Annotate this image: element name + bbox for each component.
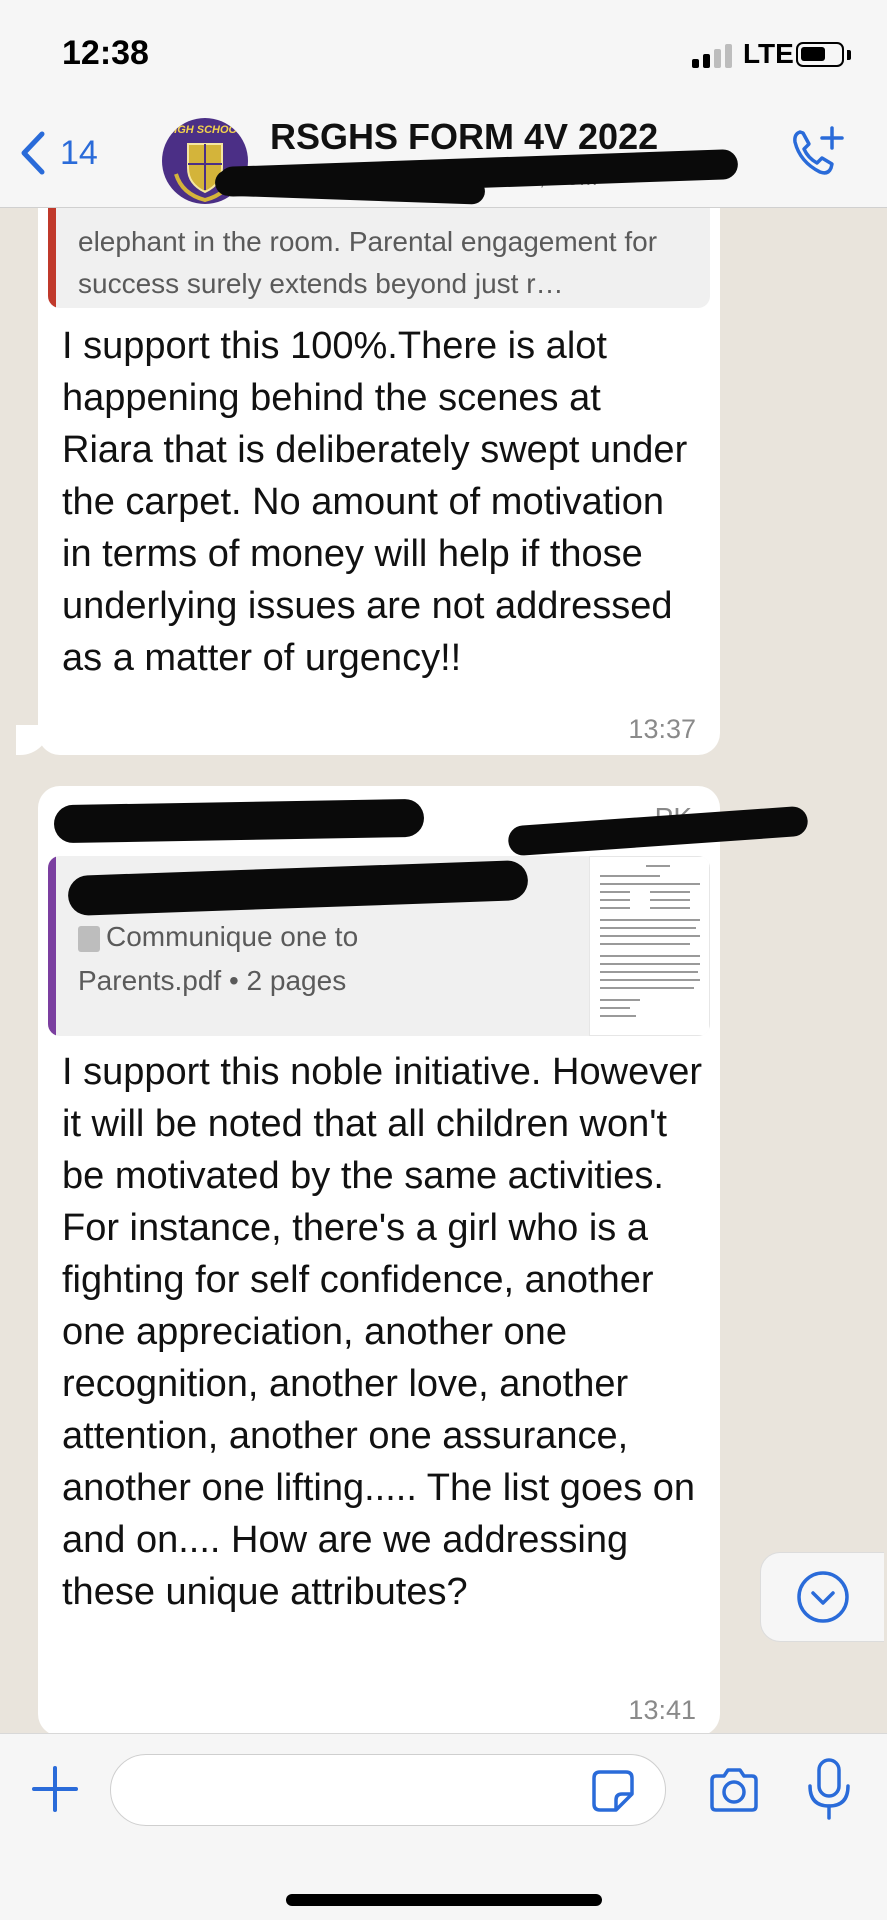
sticker-icon — [592, 1770, 634, 1812]
message-bubble[interactable]: +254 707 098428 PK +254 722 961606 ~ Joh… — [38, 786, 809, 1733]
signal-strength-icon — [692, 44, 734, 68]
scroll-to-bottom-button[interactable] — [760, 1552, 884, 1642]
document-title: Communique one to — [106, 921, 359, 952]
quote-text: elephant in the room. Parental engagemen… — [78, 226, 658, 299]
microphone-button[interactable] — [804, 1756, 854, 1822]
input-bar — [0, 1733, 887, 1920]
quote-accent-bar — [48, 856, 56, 1036]
quoted-document[interactable]: +254 722 961606 ~ John K… Communique one… — [48, 856, 710, 1036]
document-meta: Parents.pdf • 2 pages — [78, 965, 347, 996]
message-time: 13:41 — [628, 1695, 696, 1725]
redaction-mark — [53, 798, 425, 844]
battery-icon — [796, 42, 844, 67]
unread-count: 14 — [60, 133, 98, 172]
microphone-icon — [808, 1758, 850, 1820]
home-indicator[interactable] — [286, 1894, 602, 1906]
bubble-tail — [16, 725, 50, 755]
back-button[interactable]: 14 — [18, 128, 128, 178]
message-text: I support this 100%.There is alot happen… — [62, 325, 688, 679]
status-bar: 12:38 LTE — [0, 0, 887, 110]
camera-icon — [710, 1768, 758, 1812]
document-row: Communique one to — [78, 916, 498, 958]
quote-accent-bar — [48, 208, 56, 308]
chat-header: 14 HIGH SCHOOL RSGHS FORM 4V 2022 +254 7… — [0, 110, 887, 208]
chevron-down-icon — [796, 1571, 849, 1623]
message-text: I support this noble initiative. However… — [62, 1051, 702, 1613]
message-bubble[interactable]: elephant in the room. Parental engagemen… — [38, 208, 720, 755]
group-title[interactable]: RSGHS FORM 4V 2022 — [270, 116, 658, 158]
message-time: 13:37 — [628, 714, 696, 744]
network-type: LTE — [743, 38, 794, 69]
document-thumbnail[interactable] — [589, 856, 710, 1036]
attach-button[interactable] — [28, 1762, 82, 1816]
document-icon — [78, 925, 100, 952]
plus-icon — [32, 1766, 78, 1812]
status-time: 12:38 — [62, 34, 149, 72]
battery-tip — [847, 50, 851, 60]
message-input[interactable] — [110, 1754, 666, 1826]
add-call-icon — [793, 126, 844, 175]
quoted-message[interactable]: elephant in the room. Parental engagemen… — [48, 208, 710, 308]
add-call-button[interactable] — [786, 122, 846, 182]
chat-area[interactable]: elephant in the room. Parental engagemen… — [0, 208, 887, 1733]
back-chevron-icon — [21, 131, 45, 175]
sticker-button[interactable] — [590, 1768, 636, 1814]
camera-button[interactable] — [706, 1762, 762, 1818]
